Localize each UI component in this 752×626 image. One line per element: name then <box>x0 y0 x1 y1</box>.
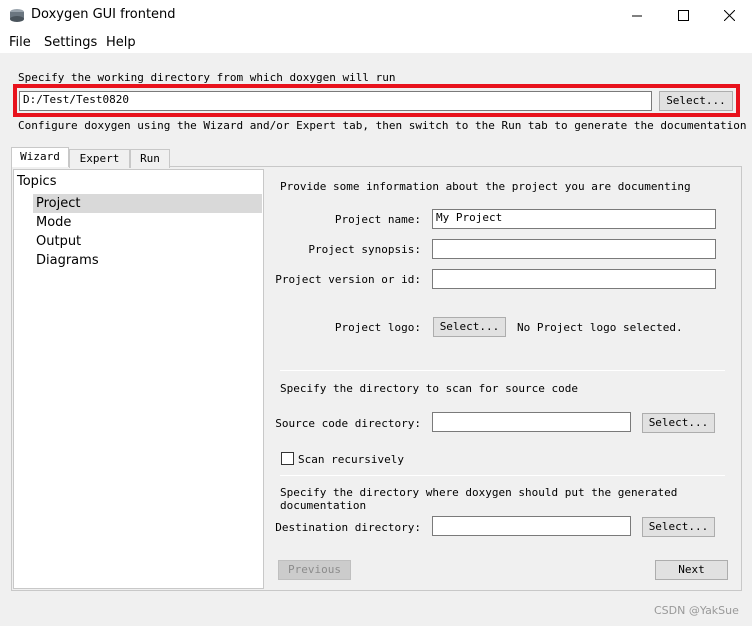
maximize-icon <box>677 10 689 21</box>
menu-file[interactable]: File <box>9 35 31 50</box>
workdir-input[interactable]: D:/Test/Test0820 <box>19 91 652 111</box>
destination-dir-label: Destination directory: <box>275 521 421 534</box>
project-intro: Provide some information about the proje… <box>280 180 691 193</box>
scan-recursive-checkbox[interactable] <box>281 452 294 465</box>
scan-recursive-label: Scan recursively <box>298 453 404 466</box>
menu-bar: File Settings Help <box>0 31 752 53</box>
destination-dir-input[interactable] <box>432 516 631 536</box>
workdir-select-button[interactable]: Select... <box>659 91 733 111</box>
project-logo-label: Project logo: <box>334 321 421 334</box>
topics-panel: Topics Project Mode Output Diagrams <box>13 169 264 589</box>
source-intro: Specify the directory to scan for source… <box>280 382 579 395</box>
next-button[interactable]: Next <box>655 560 728 580</box>
project-version-label: Project version or id: <box>275 273 421 286</box>
previous-button[interactable]: Previous <box>278 560 351 580</box>
project-logo-select-button[interactable]: Select... <box>433 317 506 337</box>
close-icon <box>723 10 735 21</box>
topic-output[interactable]: Output <box>33 232 262 251</box>
tab-wizard[interactable]: Wizard <box>11 147 69 167</box>
project-synopsis-label: Project synopsis: <box>308 243 421 256</box>
source-dir-select-button[interactable]: Select... <box>642 413 715 433</box>
close-button[interactable] <box>706 0 752 31</box>
project-name-input[interactable]: My Project <box>432 209 716 229</box>
tab-run[interactable]: Run <box>130 149 170 168</box>
source-dir-label: Source code directory: <box>275 417 421 430</box>
menu-settings[interactable]: Settings <box>44 35 97 50</box>
separator <box>280 370 725 371</box>
project-name-label: Project name: <box>334 213 421 226</box>
destination-dir-select-button[interactable]: Select... <box>642 517 715 537</box>
minimize-icon <box>632 15 642 16</box>
title-bar[interactable]: Doxygen GUI frontend <box>0 0 752 31</box>
minimize-button[interactable] <box>614 0 660 31</box>
project-version-input[interactable] <box>432 269 716 289</box>
window-title: Doxygen GUI frontend <box>31 7 176 22</box>
menu-help[interactable]: Help <box>106 35 136 50</box>
workdir-label: Specify the working directory from which… <box>18 71 396 84</box>
topic-project[interactable]: Project <box>33 194 262 213</box>
project-logo-status: No Project logo selected. <box>517 321 683 334</box>
separator <box>280 475 725 476</box>
maximize-button[interactable] <box>660 0 706 31</box>
destination-intro: Specify the directory where doxygen shou… <box>280 486 678 512</box>
tab-expert[interactable]: Expert <box>69 149 130 168</box>
doxygen-app-icon <box>10 9 24 22</box>
watermark: CSDN @YakSue <box>654 604 739 617</box>
topic-mode[interactable]: Mode <box>33 213 262 232</box>
topics-header: Topics <box>17 174 57 189</box>
topic-diagrams[interactable]: Diagrams <box>33 251 262 270</box>
configure-hint: Configure doxygen using the Wizard and/o… <box>18 119 747 132</box>
project-synopsis-input[interactable] <box>432 239 716 259</box>
source-dir-input[interactable] <box>432 412 631 432</box>
